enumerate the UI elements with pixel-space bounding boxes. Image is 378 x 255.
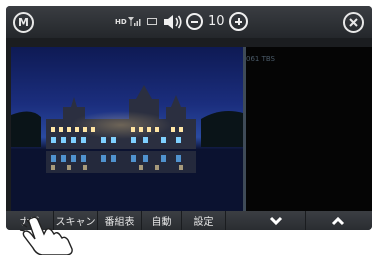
speaker-icon[interactable] (163, 14, 183, 30)
tab-auto[interactable]: 自動 (142, 211, 182, 230)
signal-strength-icon (128, 17, 141, 26)
battery-icon (147, 18, 157, 25)
channel-list[interactable]: 061 TBS (246, 47, 372, 211)
tv-video-display[interactable] (11, 47, 243, 211)
close-icon (349, 18, 358, 27)
tv-screen: M HD 10 061 TBS スキャン 番組表 自動 設定 (6, 6, 372, 230)
chevron-up-icon (331, 216, 345, 225)
pointing-hand-icon (19, 216, 73, 255)
video-frame-image (11, 85, 243, 211)
tab-program-guide[interactable]: 番組表 (98, 211, 142, 230)
channel-up-button[interactable] (308, 211, 368, 230)
volume-level: 10 (208, 14, 225, 29)
close-button[interactable] (343, 12, 364, 33)
chevron-down-icon (269, 216, 282, 225)
volume-up-button[interactable] (229, 12, 248, 31)
status-bar: M HD 10 (6, 6, 372, 38)
hd-indicator: HD (115, 18, 127, 26)
channel-down-button[interactable] (246, 211, 306, 230)
menu-button[interactable]: M (13, 12, 34, 33)
volume-down-button[interactable] (186, 13, 203, 30)
tab-settings[interactable]: 設定 (182, 211, 226, 230)
channel-item[interactable]: 061 TBS (246, 55, 275, 63)
